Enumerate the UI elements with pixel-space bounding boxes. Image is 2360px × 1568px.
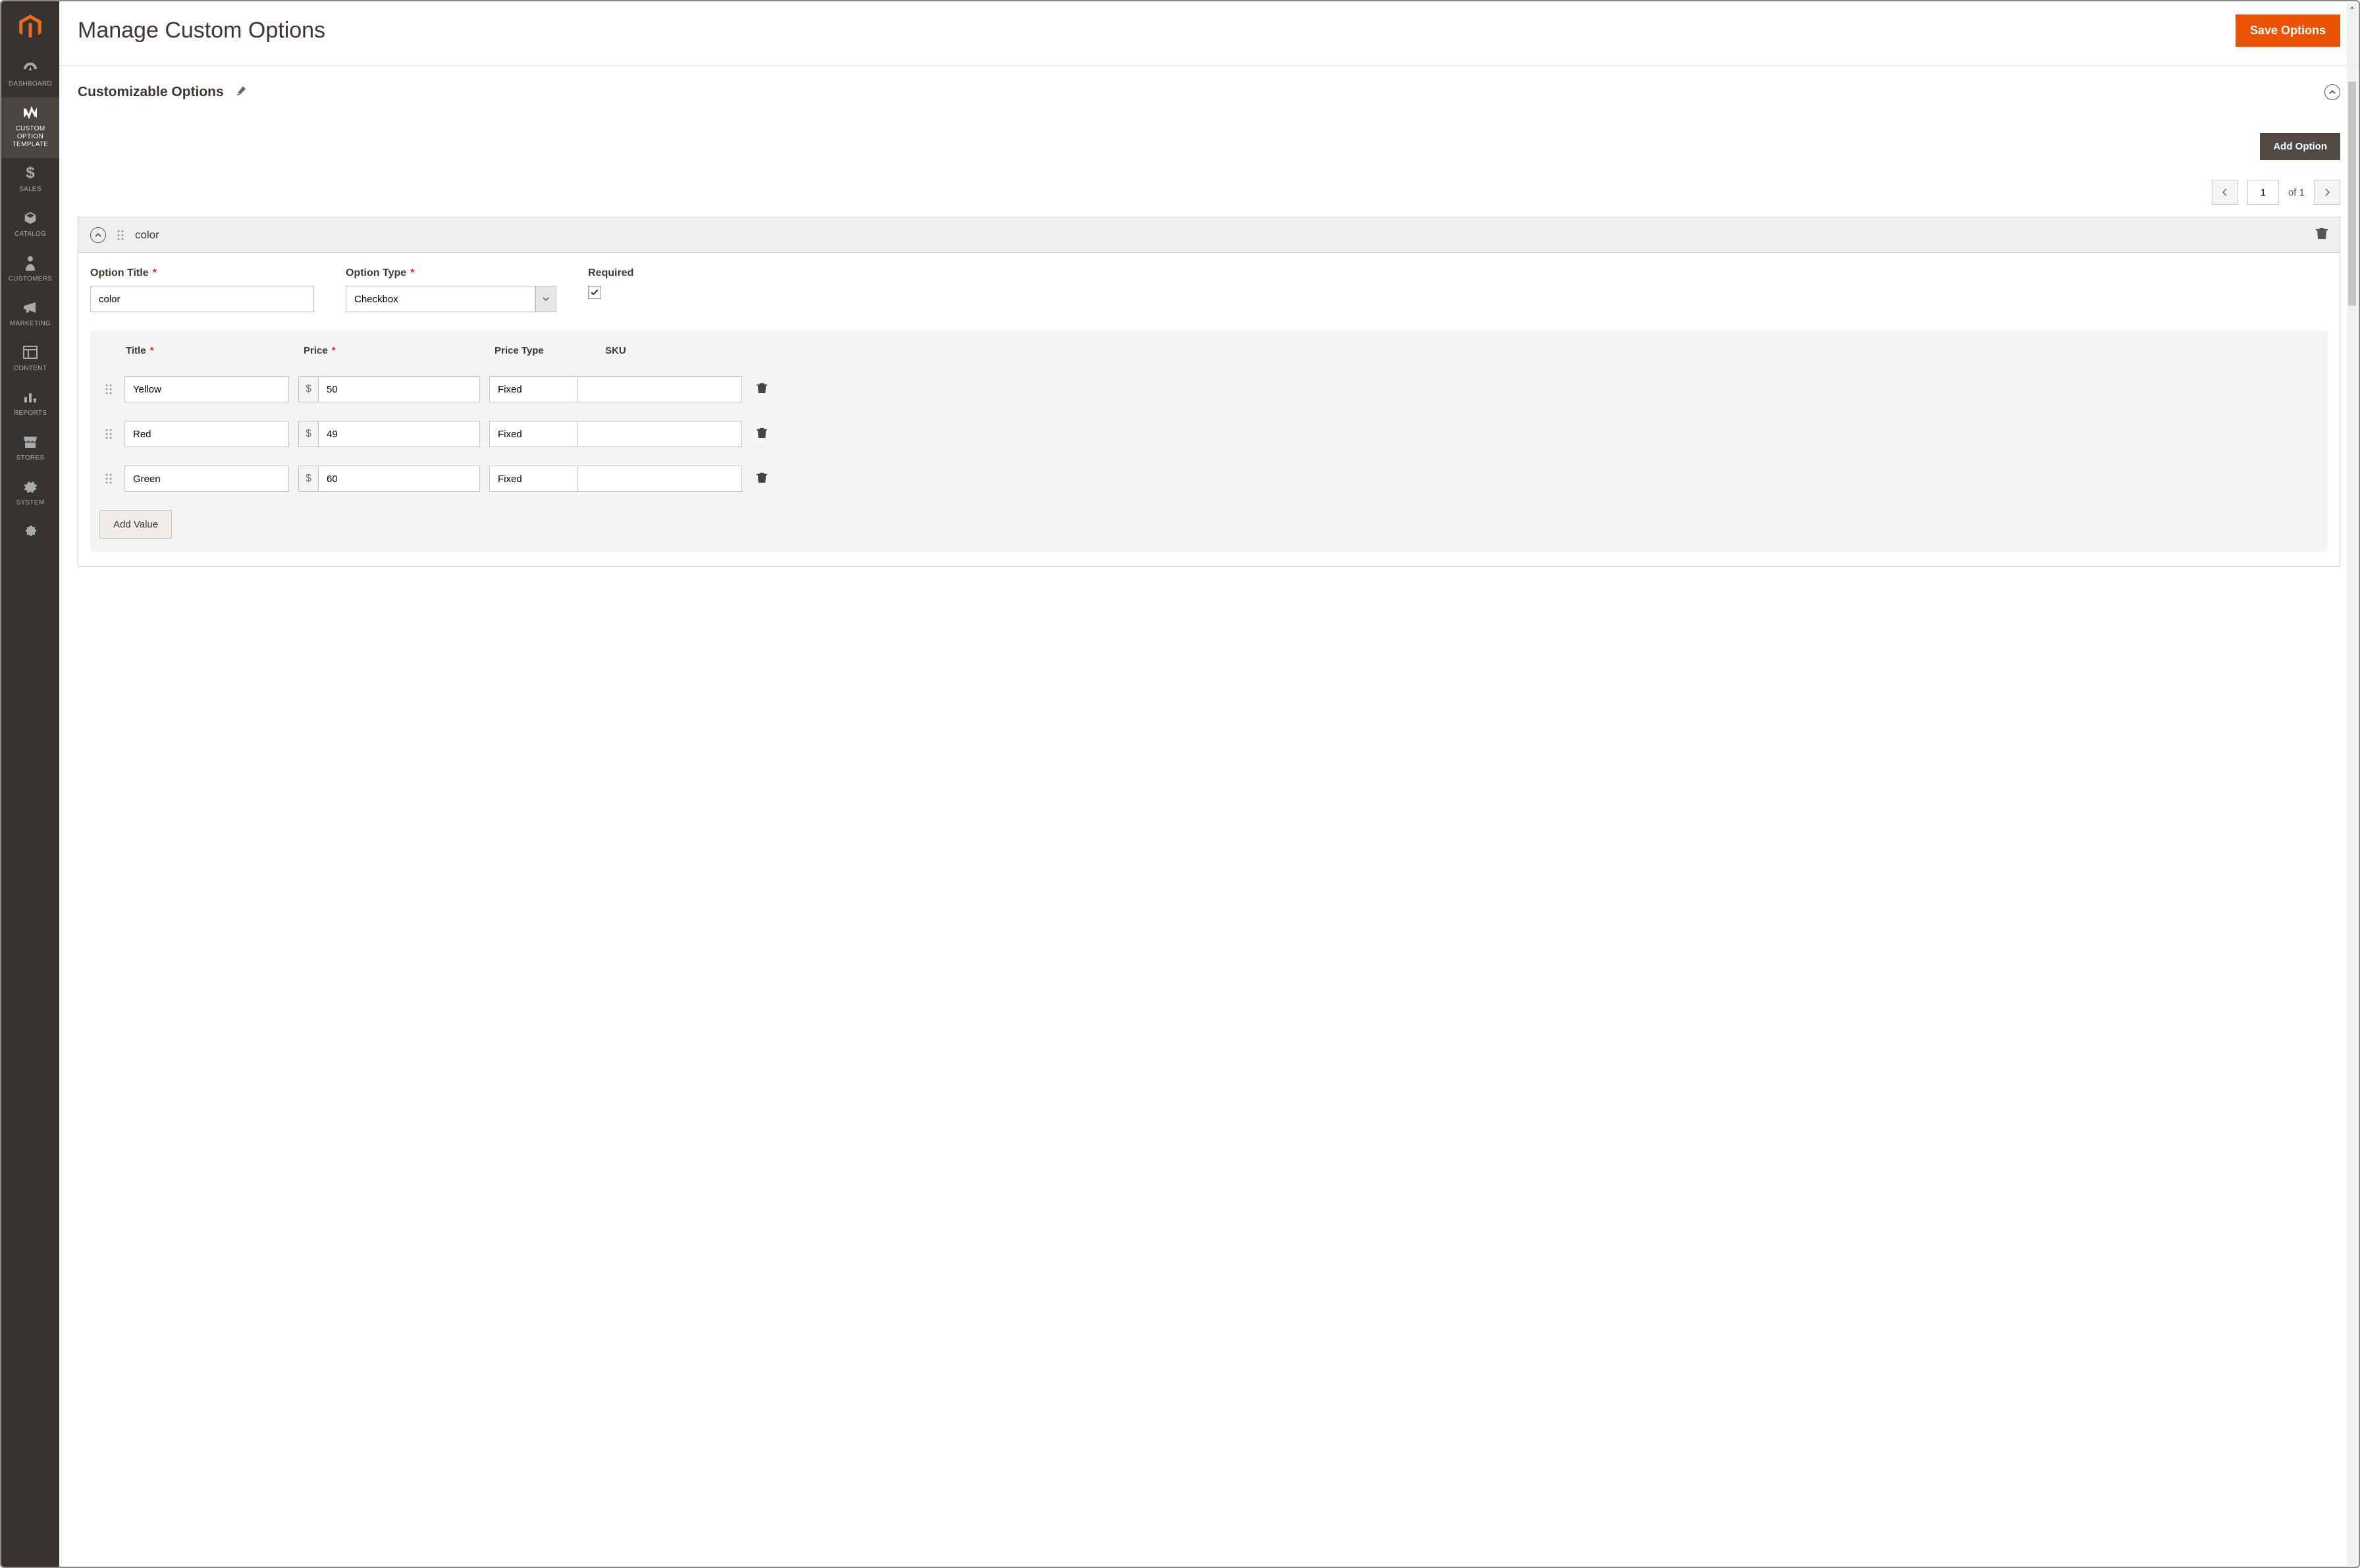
pager-total: of 1	[2288, 187, 2305, 198]
admin-sidebar: DASHBOARD CUSTOM OPTION TEMPLATE $ SALES…	[1, 1, 59, 1567]
values-table-head: Title* Price* Price Type SKU	[99, 335, 2319, 367]
sidebar-item-sales[interactable]: $ SALES	[1, 158, 59, 203]
sidebar-item-label: CUSTOMERS	[9, 275, 52, 283]
pager: of 1	[78, 180, 2340, 205]
price-type-select[interactable]	[489, 421, 568, 447]
value-price-input[interactable]	[318, 376, 480, 402]
drag-handle-icon[interactable]	[102, 383, 115, 395]
pager-page-input[interactable]	[2247, 180, 2279, 205]
value-row: $	[99, 367, 2319, 412]
add-option-button[interactable]: Add Option	[2260, 133, 2340, 160]
magento-logo[interactable]	[1, 1, 59, 53]
store-icon	[22, 433, 38, 450]
sidebar-item-label: SYSTEM	[16, 499, 45, 507]
sidebar-item-label: MARKETING	[10, 320, 51, 328]
col-sku-header: SKU	[605, 345, 626, 356]
option-card: color Option Title* Option Type*	[78, 217, 2340, 567]
save-options-button[interactable]: Save Options	[2236, 14, 2340, 47]
main-content: Manage Custom Options Save Options Custo…	[59, 1, 2359, 1567]
section-header: Customizable Options	[78, 84, 2340, 100]
value-title-input[interactable]	[124, 421, 289, 447]
scrollbar-up-icon[interactable]	[2347, 3, 2357, 12]
col-price-header: Price	[304, 345, 328, 356]
sidebar-item-label: CUSTOM OPTION TEMPLATE	[4, 125, 57, 149]
option-type-label: Option Type*	[346, 267, 556, 279]
dashboard-icon	[22, 59, 38, 76]
required-checkbox[interactable]	[588, 286, 601, 299]
values-table: Title* Price* Price Type SKU $	[90, 331, 2328, 552]
drag-handle-icon[interactable]	[117, 229, 124, 241]
sidebar-item-custom-option-template[interactable]: CUSTOM OPTION TEMPLATE	[1, 97, 59, 158]
value-title-input[interactable]	[124, 376, 289, 402]
price-type-select[interactable]	[489, 376, 568, 402]
col-pricetype-header: Price Type	[495, 345, 544, 356]
required-field: Required	[588, 267, 633, 312]
option-title-label: Option Title*	[90, 267, 314, 279]
scrollbar-thumb[interactable]	[2348, 82, 2356, 306]
scrollbar[interactable]	[2347, 3, 2357, 1565]
section-title: Customizable Options	[78, 84, 224, 100]
currency-prefix: $	[298, 376, 318, 402]
value-row: $	[99, 412, 2319, 456]
sidebar-item-extensions[interactable]	[1, 516, 59, 553]
value-sku-input[interactable]	[577, 466, 742, 492]
value-price-input[interactable]	[318, 466, 480, 492]
option-type-select[interactable]	[346, 286, 556, 312]
required-label: Required	[588, 267, 633, 279]
value-sku-input[interactable]	[577, 376, 742, 402]
sidebar-item-system[interactable]: SYSTEM	[1, 472, 59, 516]
add-value-button[interactable]: Add Value	[99, 510, 172, 539]
template-icon	[22, 104, 38, 121]
sidebar-item-reports[interactable]: REPORTS	[1, 382, 59, 427]
option-card-header: color	[78, 217, 2340, 253]
page-header: Manage Custom Options Save Options	[59, 1, 2359, 66]
cube-icon	[23, 209, 38, 227]
collapse-option-button[interactable]	[90, 227, 106, 243]
option-title-input[interactable]	[90, 286, 314, 312]
option-name: color	[135, 229, 159, 242]
currency-prefix: $	[298, 466, 318, 492]
dollar-icon: $	[26, 165, 34, 182]
value-title-input[interactable]	[124, 466, 289, 492]
drag-handle-icon[interactable]	[102, 428, 115, 440]
bar-chart-icon	[23, 389, 38, 406]
col-title-header: Title	[126, 345, 146, 356]
layout-icon	[23, 344, 38, 361]
sidebar-item-stores[interactable]: STORES	[1, 427, 59, 472]
sidebar-item-label: DASHBOARD	[9, 80, 52, 88]
sidebar-item-label: CATALOG	[14, 230, 46, 238]
delete-option-button[interactable]	[2316, 227, 2328, 243]
option-title-field: Option Title*	[90, 267, 314, 312]
chevron-down-icon[interactable]	[535, 286, 556, 312]
edit-icon[interactable]	[236, 86, 246, 99]
pager-next-button[interactable]	[2314, 180, 2340, 205]
page-title: Manage Custom Options	[78, 18, 325, 43]
sidebar-item-label: CONTENT	[14, 365, 47, 373]
collapse-section-button[interactable]	[2324, 84, 2340, 100]
sidebar-item-label: STORES	[16, 454, 45, 462]
sidebar-item-content[interactable]: CONTENT	[1, 337, 59, 382]
sidebar-item-label: REPORTS	[14, 410, 47, 418]
delete-value-button[interactable]	[757, 382, 767, 397]
currency-prefix: $	[298, 421, 318, 447]
option-type-field: Option Type*	[346, 267, 556, 312]
gear-icon	[23, 478, 38, 495]
megaphone-icon	[22, 299, 38, 316]
value-row: $	[99, 456, 2319, 501]
price-type-select[interactable]	[489, 466, 568, 492]
sidebar-item-label: SALES	[19, 186, 41, 194]
sidebar-item-catalog[interactable]: CATALOG	[1, 203, 59, 248]
value-price-input[interactable]	[318, 421, 480, 447]
value-sku-input[interactable]	[577, 421, 742, 447]
person-icon	[24, 254, 37, 271]
sidebar-item-dashboard[interactable]: DASHBOARD	[1, 53, 59, 97]
delete-value-button[interactable]	[757, 427, 767, 442]
pager-prev-button[interactable]	[2212, 180, 2238, 205]
sidebar-item-marketing[interactable]: MARKETING	[1, 292, 59, 337]
delete-value-button[interactable]	[757, 472, 767, 487]
drag-handle-icon[interactable]	[102, 473, 115, 485]
sidebar-item-customers[interactable]: CUSTOMERS	[1, 248, 59, 292]
puzzle-icon	[23, 523, 38, 540]
